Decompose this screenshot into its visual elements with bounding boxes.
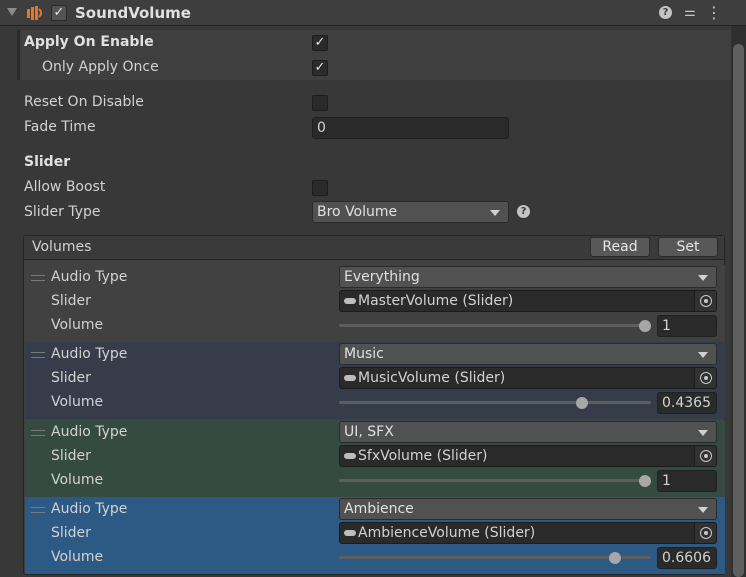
reset-on-disable-checkbox[interactable] bbox=[312, 95, 328, 111]
object-picker-dot bbox=[704, 531, 708, 535]
slider-component-icon bbox=[344, 529, 356, 536]
presets-icon[interactable]: ⚌ bbox=[682, 5, 698, 21]
allow-boost-checkbox[interactable] bbox=[312, 180, 328, 196]
volume-label: Volume bbox=[51, 317, 104, 333]
slider-type-label: Slider Type bbox=[24, 204, 101, 220]
volume-slider-thumb[interactable] bbox=[639, 475, 651, 487]
audio-type-dropdown[interactable]: Everything bbox=[339, 266, 717, 288]
slider-label: Slider bbox=[51, 448, 91, 464]
chevron-down-icon bbox=[698, 507, 708, 513]
object-picker-dot bbox=[704, 454, 708, 458]
volume-slider-track[interactable] bbox=[339, 479, 651, 482]
audio-type-dropdown[interactable]: Music bbox=[339, 343, 717, 365]
slider-type-help-icon[interactable]: ? bbox=[517, 205, 530, 218]
slider-type-value: Bro Volume bbox=[317, 204, 398, 220]
object-picker-dot bbox=[704, 299, 708, 303]
volumes-list: Volumes Read Set Audio Type Everything S… bbox=[23, 235, 725, 575]
audio-type-dropdown[interactable]: UI, SFX bbox=[339, 421, 717, 443]
fade-time-label: Fade Time bbox=[24, 119, 96, 135]
volumes-list-header: Volumes Read Set bbox=[24, 236, 724, 260]
reset-on-disable-label: Reset On Disable bbox=[24, 94, 144, 110]
apply-on-enable-checkbox[interactable]: ✓ bbox=[312, 35, 328, 51]
audio-type-value: Music bbox=[344, 346, 384, 362]
slider-object-value: AmbienceVolume (Slider) bbox=[358, 525, 536, 541]
drag-handle-icon[interactable] bbox=[31, 275, 45, 281]
audio-type-dropdown[interactable]: Ambience bbox=[339, 498, 717, 520]
component-title: SoundVolume bbox=[75, 4, 191, 22]
drag-handle-icon[interactable] bbox=[31, 352, 45, 358]
component-header: ✓ SoundVolume ? ⚌ ⋮ bbox=[0, 0, 746, 26]
sound-volume-icon bbox=[27, 6, 42, 20]
drag-handle-icon[interactable] bbox=[31, 430, 45, 436]
volume-slider-track[interactable] bbox=[339, 324, 651, 327]
scrollbar-thumb[interactable] bbox=[733, 44, 744, 577]
audio-type-value: Everything bbox=[344, 269, 420, 285]
slider-component-icon bbox=[344, 297, 356, 304]
read-button[interactable]: Read bbox=[590, 237, 650, 257]
volume-list-item[interactable]: Audio Type UI, SFX Slider SfxVolume (Sli… bbox=[25, 420, 725, 497]
fade-time-input[interactable]: 0 bbox=[312, 117, 509, 139]
volume-list-item[interactable]: Audio Type Everything Slider MasterVolum… bbox=[25, 265, 725, 342]
object-picker-button[interactable] bbox=[694, 446, 716, 466]
apply-on-enable-label: Apply On Enable bbox=[24, 34, 154, 50]
object-picker-button[interactable] bbox=[694, 523, 716, 543]
allow-boost-label: Allow Boost bbox=[24, 179, 106, 195]
volume-input[interactable]: 0.6606 bbox=[657, 547, 717, 569]
chevron-down-icon bbox=[698, 352, 708, 358]
slider-object-field[interactable]: SfxVolume (Slider) bbox=[339, 445, 717, 467]
volume-slider-thumb[interactable] bbox=[639, 320, 651, 332]
only-apply-once-label: Only Apply Once bbox=[42, 59, 159, 75]
chevron-down-icon bbox=[490, 210, 500, 216]
volume-label: Volume bbox=[51, 394, 104, 410]
slider-component-icon bbox=[344, 452, 356, 459]
drag-handle-icon[interactable] bbox=[31, 507, 45, 513]
slider-object-field[interactable]: MasterVolume (Slider) bbox=[339, 290, 717, 312]
set-button[interactable]: Set bbox=[658, 237, 718, 257]
object-picker-button[interactable] bbox=[694, 368, 716, 388]
slider-label: Slider bbox=[51, 293, 91, 309]
audio-type-label: Audio Type bbox=[51, 269, 128, 285]
slider-object-value: SfxVolume (Slider) bbox=[358, 448, 488, 464]
volume-label: Volume bbox=[51, 549, 104, 565]
volume-slider-thumb[interactable] bbox=[609, 552, 621, 564]
slider-label: Slider bbox=[51, 525, 91, 541]
object-picker-button[interactable] bbox=[694, 291, 716, 311]
volume-slider-track[interactable] bbox=[339, 556, 651, 559]
slider-object-field[interactable]: AmbienceVolume (Slider) bbox=[339, 522, 717, 544]
help-icon[interactable]: ? bbox=[659, 6, 672, 19]
audio-type-label: Audio Type bbox=[51, 346, 128, 362]
volume-list-item[interactable]: Audio Type Music Slider MusicVolume (Sli… bbox=[25, 342, 725, 419]
chevron-down-icon bbox=[698, 275, 708, 281]
object-picker-dot bbox=[704, 376, 708, 380]
slider-type-dropdown[interactable]: Bro Volume bbox=[312, 201, 509, 223]
audio-type-label: Audio Type bbox=[51, 501, 128, 517]
volume-input[interactable]: 0.4365 bbox=[657, 392, 717, 414]
slider-object-field[interactable]: MusicVolume (Slider) bbox=[339, 367, 717, 389]
component-enabled-checkbox[interactable]: ✓ bbox=[51, 5, 67, 21]
audio-type-label: Audio Type bbox=[51, 424, 128, 440]
slider-object-value: MasterVolume (Slider) bbox=[358, 293, 514, 309]
slider-label: Slider bbox=[51, 370, 91, 386]
volume-input[interactable]: 1 bbox=[657, 315, 717, 337]
slider-component-icon bbox=[344, 374, 356, 381]
audio-type-value: Ambience bbox=[344, 501, 414, 517]
menu-icon[interactable]: ⋮ bbox=[706, 5, 722, 21]
volume-label: Volume bbox=[51, 472, 104, 488]
volume-input[interactable]: 1 bbox=[657, 470, 717, 492]
chevron-down-icon bbox=[698, 430, 708, 436]
volume-list-item[interactable]: Audio Type Ambience Slider AmbienceVolum… bbox=[25, 497, 725, 574]
volume-slider-thumb[interactable] bbox=[576, 397, 588, 409]
audio-type-value: UI, SFX bbox=[344, 424, 394, 440]
volume-slider-track[interactable] bbox=[339, 401, 651, 404]
only-apply-once-checkbox[interactable]: ✓ bbox=[312, 60, 328, 76]
foldout-arrow-icon[interactable] bbox=[7, 8, 17, 16]
volumes-title: Volumes bbox=[32, 239, 92, 255]
scrollbar[interactable] bbox=[731, 26, 746, 577]
slider-section-heading: Slider bbox=[24, 154, 71, 170]
slider-object-value: MusicVolume (Slider) bbox=[358, 370, 506, 386]
